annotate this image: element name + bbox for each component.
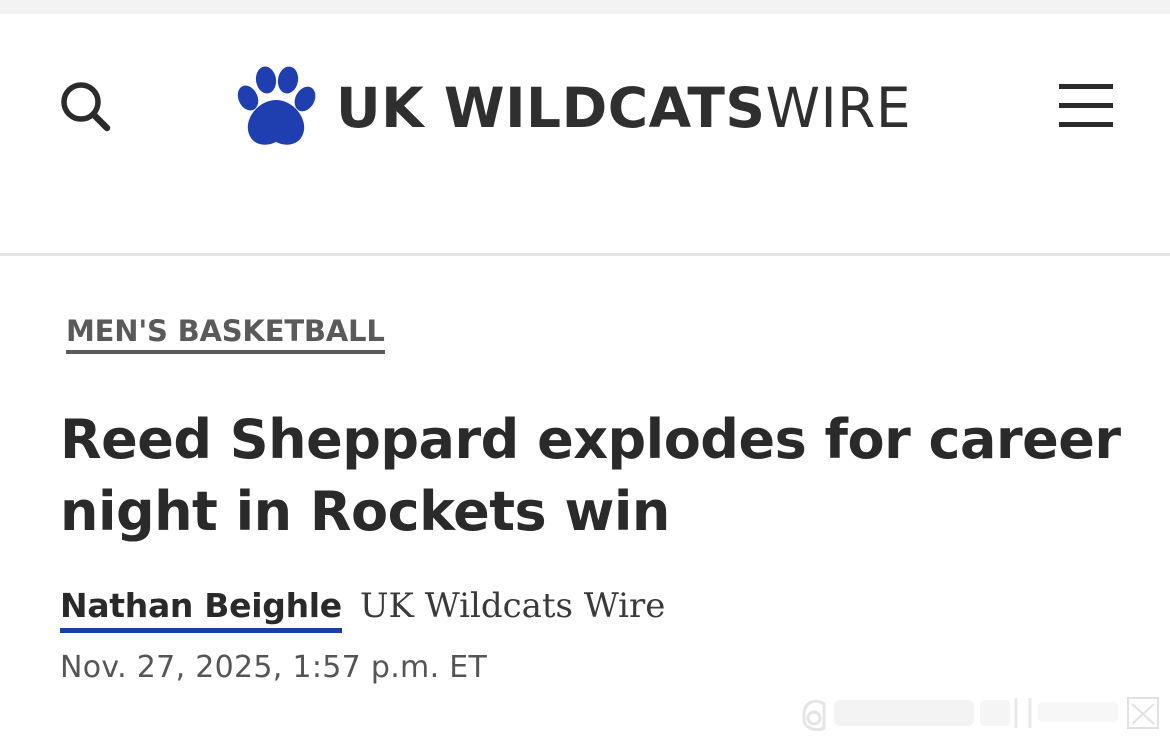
- top-status-strip: [0, 0, 1170, 14]
- publish-timestamp: Nov. 27, 2025, 1:57 p.m. ET: [60, 650, 488, 685]
- search-button[interactable]: [56, 78, 116, 138]
- logo-text-light: WIRE: [765, 75, 912, 140]
- site-logo-link[interactable]: UK WILDCATSWIRE: [232, 66, 911, 150]
- category-link[interactable]: MEN'S BASKETBALL: [66, 312, 385, 354]
- hamburger-menu-icon-bar: [1059, 103, 1113, 108]
- menu-button[interactable]: [1056, 82, 1116, 130]
- paw-print-icon: [237, 66, 316, 145]
- hamburger-menu-icon-bar: [1059, 84, 1113, 89]
- article-headline: Reed Sheppard explodes for career night …: [60, 408, 1121, 543]
- publication-name: UK Wildcats Wire: [359, 586, 666, 626]
- byline: Nathan Beighle UK Wildcats Wire: [60, 584, 665, 633]
- search-icon: [61, 82, 111, 132]
- site-logo-text: UK WILDCATSWIRE: [336, 80, 911, 136]
- hamburger-menu-icon-bar: [1059, 122, 1113, 127]
- site-header: UK WILDCATSWIRE: [0, 14, 1170, 254]
- watermark-logo: [802, 697, 1159, 732]
- author-link[interactable]: Nathan Beighle: [60, 584, 342, 633]
- logo-text-bold: UK WILDCATS: [336, 75, 766, 140]
- header-divider: [0, 253, 1170, 256]
